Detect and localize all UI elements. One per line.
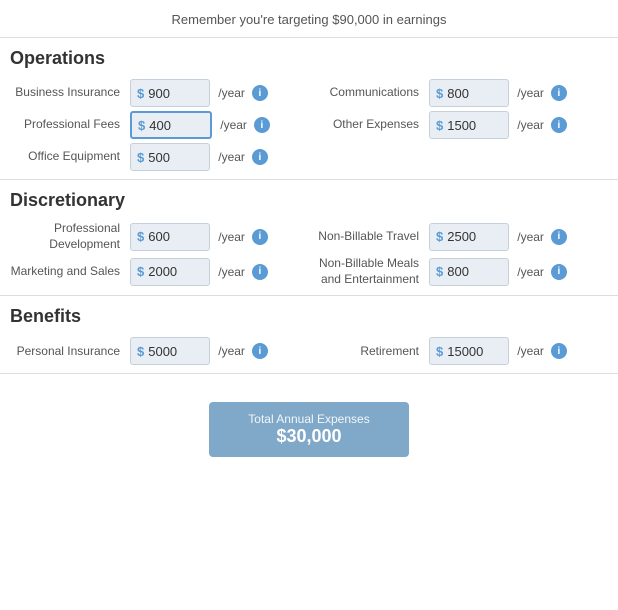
expense-row: Professional Fees $ /year i Other Expenses $ /… xyxy=(10,111,608,139)
col-left: Professional Fees $ /year i xyxy=(10,111,309,139)
info-icon[interactable]: i xyxy=(252,343,268,359)
dollar-sign: $ xyxy=(137,86,144,101)
info-icon[interactable]: i xyxy=(551,85,567,101)
col-right: Other Expenses $ /year i xyxy=(309,111,608,139)
total-box: Total Annual Expenses $30,000 xyxy=(209,402,409,457)
info-icon[interactable]: i xyxy=(252,149,268,165)
amount-input[interactable] xyxy=(149,118,204,133)
year-label: /year xyxy=(517,230,544,244)
expense-label: Personal Insurance xyxy=(10,344,130,360)
amount-input[interactable] xyxy=(148,229,203,244)
amount-input[interactable] xyxy=(148,264,203,279)
dollar-sign: $ xyxy=(436,264,443,279)
info-icon[interactable]: i xyxy=(252,264,268,280)
year-label: /year xyxy=(218,150,245,164)
year-label: /year xyxy=(218,265,245,279)
amount-input[interactable] xyxy=(148,86,203,101)
col-left: Marketing and Sales $ /year i xyxy=(10,258,309,286)
info-icon[interactable]: i xyxy=(551,229,567,245)
section-discretionary: Discretionary Professional Development $ /y… xyxy=(0,180,618,296)
expense-label: Business Insurance xyxy=(10,85,130,101)
dollar-sign: $ xyxy=(436,118,443,133)
col-left: Office Equipment $ /year i xyxy=(10,143,309,171)
col-left: Business Insurance $ /year i xyxy=(10,79,309,107)
amount-input[interactable] xyxy=(447,118,502,133)
rows-benefits: Personal Insurance $ /year i Retirement $ /yea… xyxy=(10,337,608,365)
dollar-sign: $ xyxy=(436,86,443,101)
info-icon[interactable]: i xyxy=(252,85,268,101)
expense-row: Marketing and Sales$/yeariNon-Billable M… xyxy=(10,256,608,287)
rows-discretionary: Professional Development$/yeariNon-Billa… xyxy=(10,221,608,287)
amount-input[interactable] xyxy=(447,229,502,244)
total-value: $30,000 xyxy=(229,426,389,447)
section-benefits: BenefitsPersonal Insurance$/yeariRetirem… xyxy=(0,296,618,374)
expense-label: Non-Billable Meals and Entertainment xyxy=(309,256,429,287)
col-left: Personal Insurance $ /year i xyxy=(10,337,309,365)
year-label: /year xyxy=(218,344,245,358)
year-label: /year xyxy=(517,265,544,279)
expense-label: Marketing and Sales xyxy=(10,264,130,280)
section-title-discretionary: Discretionary xyxy=(10,190,608,211)
expense-row: Business Insurance $ /year i Communications $… xyxy=(10,79,608,107)
expense-row: Professional Development$/yeariNon-Billa… xyxy=(10,221,608,252)
year-label: /year xyxy=(220,118,247,132)
dollar-sign: $ xyxy=(138,118,145,133)
expense-label: Retirement xyxy=(309,344,429,360)
expense-label: Communications xyxy=(309,85,429,101)
dollar-sign: $ xyxy=(436,344,443,359)
info-icon[interactable]: i xyxy=(551,343,567,359)
expense-label: Non-Billable Travel xyxy=(309,229,429,245)
year-label: /year xyxy=(218,86,245,100)
col-right: Non-Billable Meals and Entertainment $ /ye… xyxy=(309,256,608,287)
amount-input[interactable] xyxy=(447,344,502,359)
rows-operations: Business Insurance $ /year i Communications $… xyxy=(10,79,608,171)
expense-label: Office Equipment xyxy=(10,149,130,165)
amount-input[interactable] xyxy=(148,150,203,165)
expense-row: Office Equipment $ /year i xyxy=(10,143,608,171)
year-label: /year xyxy=(517,344,544,358)
year-label: /year xyxy=(517,86,544,100)
expense-label: Professional Development xyxy=(10,221,130,252)
dollar-sign: $ xyxy=(137,229,144,244)
col-right: Communications $ /year i xyxy=(309,79,608,107)
top-banner: Remember you're targeting $90,000 in ear… xyxy=(0,0,618,38)
total-area: Total Annual Expenses $30,000 xyxy=(0,374,618,495)
amount-input[interactable] xyxy=(148,344,203,359)
section-title-benefits: Benefits xyxy=(10,306,608,327)
col-left: Professional Development $ /year i xyxy=(10,221,309,252)
dollar-sign: $ xyxy=(137,344,144,359)
col-right: Retirement $ /year i xyxy=(309,337,608,365)
amount-input[interactable] xyxy=(447,264,502,279)
info-icon[interactable]: i xyxy=(551,117,567,133)
dollar-sign: $ xyxy=(436,229,443,244)
dollar-sign: $ xyxy=(137,264,144,279)
info-icon[interactable]: i xyxy=(254,117,270,133)
year-label: /year xyxy=(218,230,245,244)
expense-row: Personal Insurance $ /year i Retirement $ /yea… xyxy=(10,337,608,365)
dollar-sign: $ xyxy=(137,150,144,165)
expense-label: Professional Fees xyxy=(10,117,130,133)
total-label: Total Annual Expenses xyxy=(229,412,389,426)
section-title-operations: Operations xyxy=(10,48,608,69)
section-operations: OperationsBusiness Insurance$/yeariCommu… xyxy=(0,38,618,180)
year-label: /year xyxy=(517,118,544,132)
info-icon[interactable]: i xyxy=(252,229,268,245)
info-icon[interactable]: i xyxy=(551,264,567,280)
expense-label: Other Expenses xyxy=(309,117,429,133)
col-right: Non-Billable Travel $ /year i xyxy=(309,223,608,251)
amount-input[interactable] xyxy=(447,86,502,101)
